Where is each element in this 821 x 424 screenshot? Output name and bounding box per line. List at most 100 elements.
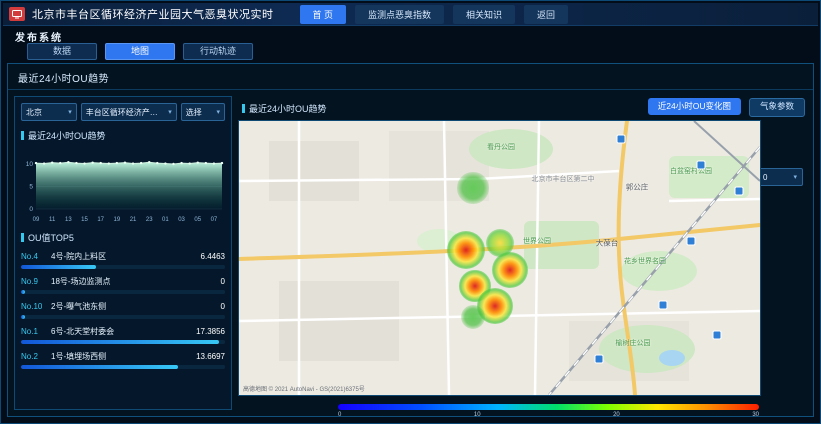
legend-ticks: 0 10 20 30 xyxy=(338,412,759,418)
top5-item-value: 17.3856 xyxy=(196,327,225,336)
map-label: 花乡世界名园 xyxy=(624,256,666,266)
svg-text:05: 05 xyxy=(194,217,201,223)
top5-item-bar-fill xyxy=(21,290,25,294)
top5-list-item[interactable]: No.21号-填埋场西侧13.6697 xyxy=(21,351,225,369)
metro-station-icon[interactable] xyxy=(595,355,604,364)
top5-list-item[interactable]: No.16号-北天堂村委会17.3856 xyxy=(21,326,225,344)
svg-text:19: 19 xyxy=(114,217,121,223)
legend-tick-label: 10 xyxy=(474,412,481,418)
chevron-down-icon: ▾ xyxy=(793,173,797,181)
panel-title: 最近24小时OU趋势 xyxy=(18,70,109,85)
ou-change-chart-button[interactable]: 近24小时OU变化图 xyxy=(648,98,741,115)
top5-item-name: 18号-场边监测点 xyxy=(51,276,217,287)
sidebar: 北京 ▾ 丰台区循环经济产业园 ▾ 选择 ▾ 最近24小时OU趋势 051009… xyxy=(14,96,232,410)
point-select-value: 选择 xyxy=(186,107,202,118)
svg-text:0: 0 xyxy=(29,206,33,213)
map-label: 看丹公园 xyxy=(487,142,515,152)
app-window: 北京市丰台区循环经济产业园大气恶臭状况实时 首 页 监测点恶臭指数 相关知识 返… xyxy=(0,0,821,424)
park-select[interactable]: 丰台区循环经济产业园 ▾ xyxy=(81,103,177,121)
top5-list: No.44号-院内上料区6.4463No.918号-场边监测点0No.102号-… xyxy=(21,251,225,369)
svg-text:23: 23 xyxy=(146,217,153,223)
top5-item-bar-track xyxy=(21,290,225,294)
top5-item-value: 0 xyxy=(221,302,225,311)
map-label: 榆树庄公园 xyxy=(616,338,651,348)
top5-item-bar-fill xyxy=(21,340,219,344)
legend-tick-label: 20 xyxy=(613,412,620,418)
map-label: 郭公庄 xyxy=(626,182,649,193)
trend-chart-title: 最近24小时OU趋势 xyxy=(21,129,225,142)
top5-item-value: 13.6697 xyxy=(196,352,225,361)
svg-text:17: 17 xyxy=(97,217,104,223)
tab-track[interactable]: 行动轨迹 xyxy=(183,43,253,60)
top-header: 北京市丰台区循环经济产业园大气恶臭状况实时 首 页 监测点恶臭指数 相关知识 返… xyxy=(3,3,818,26)
nav-back[interactable]: 返回 xyxy=(524,5,568,24)
svg-text:03: 03 xyxy=(178,217,185,223)
map-base-roads xyxy=(239,121,760,395)
weather-params-button[interactable]: 气象参数 xyxy=(749,98,805,117)
svg-text:13: 13 xyxy=(65,217,72,223)
app-title: 北京市丰台区循环经济产业园大气恶臭状况实时 xyxy=(32,6,274,22)
svg-text:5: 5 xyxy=(29,184,33,191)
svg-text:10: 10 xyxy=(26,161,34,168)
top5-item-name: 2号-曝气池东侧 xyxy=(51,301,217,312)
metro-station-icon[interactable] xyxy=(617,135,626,144)
svg-text:11: 11 xyxy=(49,217,56,223)
metro-station-icon[interactable] xyxy=(735,187,744,196)
svg-text:09: 09 xyxy=(33,217,40,223)
top5-item-bar-fill xyxy=(21,265,96,269)
map-layer-select-value: 0 xyxy=(763,173,767,182)
map-section-title: 最近24小时OU趋势 xyxy=(242,102,327,115)
top-nav: 首 页 监测点恶臭指数 相关知识 返回 xyxy=(300,5,569,24)
nav-odor-index[interactable]: 监测点恶臭指数 xyxy=(355,5,444,24)
top5-item-rank: No.1 xyxy=(21,327,51,336)
legend-tick-label: 30 xyxy=(752,412,759,418)
chevron-down-icon: ▾ xyxy=(168,108,172,116)
region-select-value: 北京 xyxy=(26,107,42,118)
top5-item-name: 1号-填埋场西侧 xyxy=(51,351,192,362)
metro-station-icon[interactable] xyxy=(659,301,668,310)
app-logo-icon xyxy=(9,7,25,21)
top5-item-rank: No.10 xyxy=(21,302,51,311)
metro-station-icon[interactable] xyxy=(687,237,696,246)
map-label: 世界公园 xyxy=(523,236,551,246)
map-label: 北京市丰台区第二中 xyxy=(532,174,595,184)
tab-data[interactable]: 数据 xyxy=(27,43,97,60)
top5-item-value: 6.4463 xyxy=(201,252,225,261)
point-select[interactable]: 选择 ▾ xyxy=(181,103,225,121)
chevron-down-icon: ▾ xyxy=(216,108,220,116)
top5-title-text: OU值TOP5 xyxy=(28,231,74,244)
system-label: 发布系统 xyxy=(15,29,63,44)
trend-chart: 0510091113151719212301030507 xyxy=(21,145,225,223)
top5-list-item[interactable]: No.44号-院内上料区6.4463 xyxy=(21,251,225,269)
svg-text:07: 07 xyxy=(211,217,218,223)
park-select-value: 丰台区循环经济产业园 xyxy=(86,107,165,118)
panel-divider xyxy=(8,89,813,90)
metro-station-icon[interactable] xyxy=(697,161,706,170)
top5-list-item[interactable]: No.102号-曝气池东侧 0 xyxy=(21,301,225,319)
accent-bar-icon xyxy=(21,131,24,140)
region-select[interactable]: 北京 ▾ xyxy=(21,103,77,121)
map-section-title-text: 最近24小时OU趋势 xyxy=(249,102,327,115)
nav-home[interactable]: 首 页 xyxy=(300,5,347,24)
trend-chart-title-text: 最近24小时OU趋势 xyxy=(28,129,106,142)
chevron-down-icon: ▾ xyxy=(68,108,72,116)
accent-bar-icon xyxy=(21,233,24,242)
top5-title: OU值TOP5 xyxy=(21,231,225,244)
legend-tick-label: 0 xyxy=(338,412,341,418)
nav-knowledge[interactable]: 相关知识 xyxy=(453,5,515,24)
top5-list-item[interactable]: No.918号-场边监测点0 xyxy=(21,276,225,294)
map-canvas[interactable]: 高德地图 © 2021 AutoNavi - GS(2021)6375号 看丹公… xyxy=(238,120,761,396)
top5-item-bar-track xyxy=(21,340,225,344)
top5-item-bar-fill xyxy=(21,315,25,319)
filter-row: 北京 ▾ 丰台区循环经济产业园 ▾ 选择 ▾ xyxy=(21,103,225,121)
top5-item-bar-fill xyxy=(21,365,178,369)
view-tabs: 数据 地图 行动轨迹 xyxy=(27,43,253,60)
metro-station-icon[interactable] xyxy=(713,331,722,340)
monitor-icon xyxy=(12,9,22,19)
top5-item-bar-track xyxy=(21,365,225,369)
top5-item-rank: No.9 xyxy=(21,277,51,286)
map-label: 大葆台 xyxy=(596,238,619,249)
tab-map[interactable]: 地图 xyxy=(105,43,175,60)
svg-text:21: 21 xyxy=(130,217,137,223)
map-layer-select[interactable]: 0 ▾ xyxy=(757,168,803,186)
